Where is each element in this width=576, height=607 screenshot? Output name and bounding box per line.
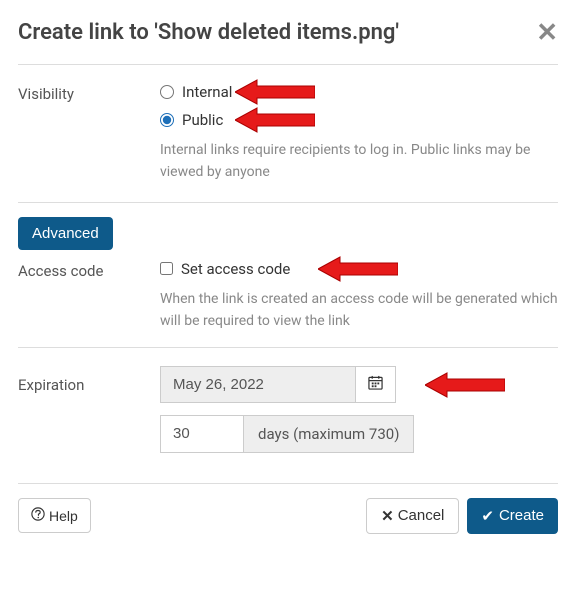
visibility-content: Internal Public Internal links require r… [160, 83, 558, 184]
create-link-dialog: Create link to 'Show deleted items.png' … [0, 0, 576, 548]
dialog-header: Create link to 'Show deleted items.png' … [18, 20, 558, 46]
dialog-footer: Help ✕ Cancel ✔ Create [18, 483, 558, 534]
visibility-help-text: Internal links require recipients to log… [160, 139, 558, 184]
dialog-title: Create link to 'Show deleted items.png' [18, 20, 399, 45]
cancel-button-label: Cancel [398, 507, 445, 524]
expiration-days-group: days (maximum 730) [160, 415, 558, 453]
create-button-label: Create [499, 507, 544, 524]
access-code-label: Access code [18, 260, 160, 333]
arrow-annotation-icon [235, 104, 315, 136]
arrow-annotation-icon [235, 76, 315, 108]
set-access-code-checkbox[interactable] [160, 262, 173, 275]
access-code-content: Set access code When the link is created… [160, 260, 558, 333]
footer-right: ✕ Cancel ✔ Create [366, 498, 558, 534]
expiration-date-input[interactable] [160, 366, 355, 403]
expiration-label: Expiration [18, 366, 160, 465]
visibility-label: Visibility [18, 83, 160, 184]
expiration-days-label: days (maximum 730) [243, 415, 414, 453]
arrow-annotation-icon [425, 369, 505, 401]
cancel-button[interactable]: ✕ Cancel [366, 498, 459, 534]
expiration-content: days (maximum 730) [160, 366, 558, 465]
internal-radio-label[interactable]: Internal [182, 83, 232, 101]
help-button-label: Help [49, 508, 78, 524]
advanced-section: Advanced Access code Set access code Whe… [18, 202, 558, 333]
visibility-public-row: Public [160, 111, 558, 129]
access-code-row: Access code Set access code When the lin… [18, 260, 558, 333]
public-radio-label[interactable]: Public [182, 111, 223, 129]
check-icon: ✔ [481, 507, 494, 525]
advanced-button[interactable]: Advanced [18, 217, 113, 250]
calendar-button[interactable] [355, 366, 396, 403]
visibility-section: Visibility Internal Public Internal link… [18, 64, 558, 202]
set-access-code-label[interactable]: Set access code [181, 260, 290, 278]
expiration-section: Expiration days (maximum 730) [18, 347, 558, 483]
internal-radio[interactable] [160, 85, 174, 99]
public-radio[interactable] [160, 113, 174, 127]
calendar-icon [368, 375, 383, 394]
help-icon [31, 507, 45, 524]
help-button[interactable]: Help [18, 498, 91, 533]
access-code-help-text: When the link is created an access code … [160, 288, 558, 333]
access-code-checkbox-row: Set access code [160, 260, 558, 278]
create-button[interactable]: ✔ Create [467, 498, 558, 534]
close-icon[interactable]: ✕ [536, 20, 558, 46]
expiration-days-input[interactable] [160, 415, 243, 453]
arrow-annotation-icon [318, 253, 398, 285]
expiration-date-group [160, 366, 558, 403]
close-icon: ✕ [381, 507, 394, 525]
visibility-internal-row: Internal [160, 83, 558, 101]
